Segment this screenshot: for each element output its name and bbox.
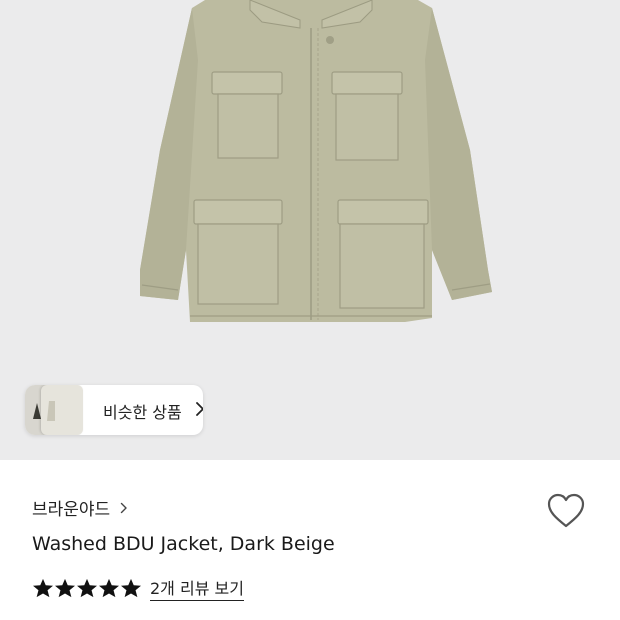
star-icon: [121, 578, 141, 598]
star-icon: [77, 578, 97, 598]
product-image[interactable]: 비슷한 상품: [0, 0, 620, 460]
similar-products-button[interactable]: 비슷한 상품: [25, 385, 203, 435]
star-icon: [33, 578, 53, 598]
similar-product-thumbnails: [25, 385, 83, 435]
star-icon: [55, 578, 75, 598]
brand-link[interactable]: 브라운야드: [32, 495, 128, 520]
rating-row: 2개 리뷰 보기: [32, 575, 244, 601]
star-rating: [32, 578, 142, 598]
product-title: Washed BDU Jacket, Dark Beige: [32, 533, 335, 555]
thumbnail-2: [41, 385, 83, 435]
brand-name: 브라운야드: [32, 500, 111, 520]
review-link[interactable]: 2개 리뷰 보기: [150, 575, 244, 601]
similar-products-label: 비슷한 상품: [103, 403, 182, 422]
heart-icon[interactable]: [546, 492, 586, 530]
product-info: 브라운야드 Washed BDU Jacket, Dark Beige 2개 리…: [0, 460, 620, 620]
chevron-right-icon: [121, 502, 127, 513]
star-icon: [99, 578, 119, 598]
chevron-right-icon: [196, 402, 203, 416]
